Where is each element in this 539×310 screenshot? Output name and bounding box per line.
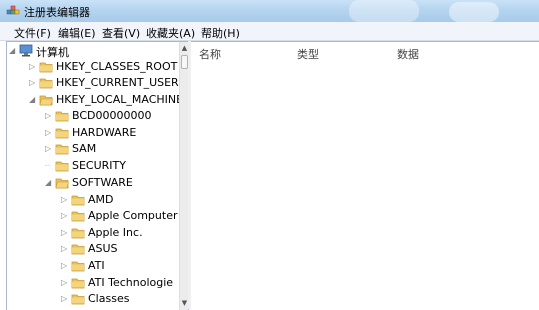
tree-node-label: ASUS	[88, 242, 118, 255]
folder-icon	[55, 161, 69, 172]
menu-view[interactable]: 查看(V)	[102, 25, 140, 41]
collapsed-arrow-icon[interactable]: ▷	[61, 227, 70, 239]
folder-icon	[71, 261, 85, 272]
tree-node-label: HKEY_CURRENT_USER	[56, 76, 179, 89]
collapsed-arrow-icon[interactable]: ▷	[61, 277, 70, 289]
menu-favorites[interactable]: 收藏夹(A)	[146, 25, 195, 41]
menu-bar: 文件(F) 编辑(E) 查看(V) 收藏夹(A) 帮助(H)	[0, 22, 539, 41]
tree-node-label: HARDWARE	[72, 126, 137, 139]
tree-connector-line: ┈	[45, 161, 50, 170]
folder-icon	[71, 294, 85, 305]
expanded-arrow-icon[interactable]: ◢	[29, 94, 38, 106]
window-title: 注册表编辑器	[24, 6, 90, 19]
folder-icon	[71, 228, 85, 239]
folder-icon	[39, 62, 53, 73]
collapsed-arrow-icon[interactable]: ▷	[61, 194, 70, 206]
menu-file[interactable]: 文件(F)	[14, 25, 51, 41]
column-header-name[interactable]: 名称	[199, 46, 221, 62]
expanded-arrow-icon[interactable]: ◢	[9, 45, 18, 57]
scroll-thumb[interactable]	[181, 55, 188, 69]
title-bar: 注册表编辑器	[0, 0, 539, 22]
menu-help[interactable]: 帮助(H)	[201, 25, 240, 41]
column-header-type[interactable]: 类型	[297, 46, 319, 62]
folder-icon	[71, 195, 85, 206]
folder-open-icon	[55, 178, 69, 189]
folder-open-icon	[39, 95, 53, 106]
collapsed-arrow-icon[interactable]: ▷	[29, 61, 38, 73]
tree-node-label: HKEY_CLASSES_ROOT	[56, 60, 178, 73]
folder-icon	[71, 211, 85, 222]
tree-node-label: SOFTWARE	[72, 176, 133, 189]
collapsed-arrow-icon[interactable]: ▷	[61, 260, 70, 272]
tree-node-label: ATI	[88, 259, 105, 272]
menu-edit[interactable]: 编辑(E)	[58, 25, 96, 41]
collapsed-arrow-icon[interactable]: ▷	[45, 127, 54, 139]
tree-node-label: BCD00000000	[72, 109, 152, 122]
folder-icon	[71, 244, 85, 255]
collapsed-arrow-icon[interactable]: ▷	[45, 143, 54, 155]
folder-icon	[55, 111, 69, 122]
tree-node-label: Classes	[88, 292, 130, 305]
computer-icon	[19, 44, 33, 57]
regedit-app-icon[interactable]	[6, 4, 20, 18]
tree-node-label: HKEY_LOCAL_MACHINE	[56, 93, 184, 106]
collapsed-arrow-icon[interactable]: ▷	[61, 210, 70, 222]
tree-node-label: SECURITY	[72, 159, 126, 172]
tree-node-label: Apple Inc.	[88, 226, 143, 239]
folder-icon	[39, 78, 53, 89]
collapsed-arrow-icon[interactable]: ▷	[61, 293, 70, 305]
tree-node-label: SAM	[72, 142, 97, 155]
tree-node-label: AMD	[88, 193, 114, 206]
values-list[interactable]: 名称 类型 数据	[191, 41, 539, 310]
column-header-data[interactable]: 数据	[397, 46, 419, 62]
collapsed-arrow-icon[interactable]: ▷	[45, 110, 54, 122]
tree-node-label: 计算机	[36, 46, 69, 59]
tree-node-label: ATI Technologie	[88, 276, 174, 289]
folder-icon	[71, 278, 85, 289]
registry-tree[interactable]: ◢ 计算机 ▷ HKEY_CLASSES_ROOT ▷ HKEY_CURRENT…	[6, 41, 189, 310]
collapsed-arrow-icon[interactable]: ▷	[29, 77, 38, 89]
collapsed-arrow-icon[interactable]: ▷	[61, 243, 70, 255]
folder-icon	[55, 128, 69, 139]
folder-icon	[55, 144, 69, 155]
tree-node-label: Apple Computer	[88, 209, 178, 222]
expanded-arrow-icon[interactable]: ◢	[45, 177, 54, 189]
